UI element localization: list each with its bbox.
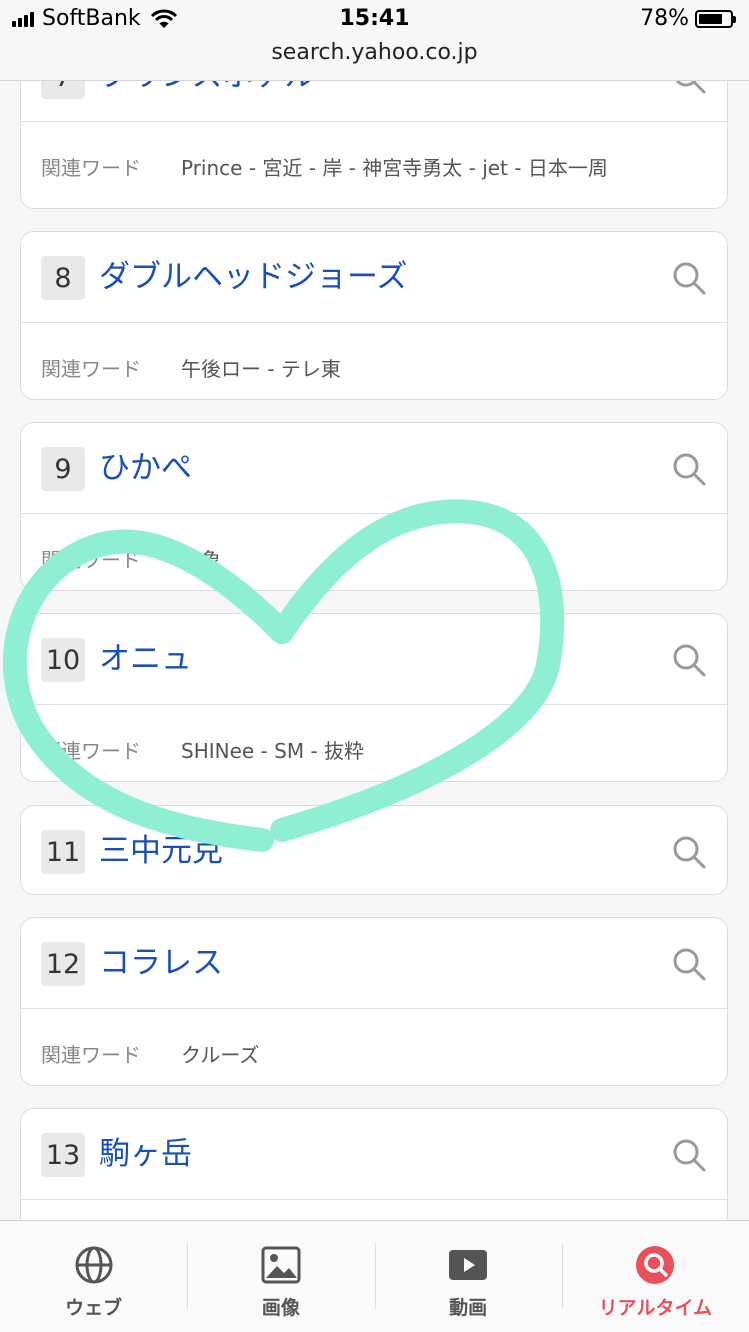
trend-item-header[interactable]: 8 ダブルヘッドジョーズ <box>21 232 727 322</box>
rank-badge: 10 <box>41 638 85 682</box>
related-words-row: 関連ワード 気象 <box>21 513 727 602</box>
battery-indicator: 78% <box>640 6 736 31</box>
trend-item-header[interactable]: 9 ひかぺ <box>21 423 727 513</box>
related-words-row <box>21 1199 727 1220</box>
trend-item-8[interactable]: 8 ダブルヘッドジョーズ 関連ワード 午後ロー - テレ東 <box>20 231 728 400</box>
search-icon[interactable] <box>671 1137 707 1173</box>
rank-badge: 13 <box>41 1133 85 1177</box>
address-bar-url[interactable]: search.yahoo.co.jp <box>0 40 749 65</box>
trend-item-header[interactable]: 13 駒ヶ岳 <box>21 1109 727 1199</box>
tab-realtime[interactable]: リアルタイム <box>561 1221 749 1332</box>
tab-video[interactable]: 動画 <box>374 1221 562 1332</box>
tab-label: リアルタイム <box>598 1297 713 1319</box>
trend-title-link[interactable]: 三中元克 <box>99 828 223 874</box>
rank-badge: 8 <box>41 256 85 300</box>
related-words[interactable]: Prince - 宮近 - 岸 - 神宮寺勇太 - jet - 日本一周 <box>181 152 608 181</box>
search-icon[interactable] <box>671 451 707 487</box>
related-words-row: 関連ワード SHINee - SM - 抜粋 <box>21 704 727 793</box>
trend-title-link[interactable]: オニュ <box>99 636 192 682</box>
related-words[interactable]: クルーズ <box>181 1039 259 1068</box>
rank-badge: 9 <box>41 447 85 491</box>
trend-item-13[interactable]: 13 駒ヶ岳 <box>20 1108 728 1220</box>
related-words[interactable]: SHINee - SM - 抜粋 <box>181 735 364 764</box>
related-label: 関連ワード <box>41 357 141 381</box>
search-icon[interactable] <box>671 834 707 870</box>
rank-badge: 11 <box>41 830 85 874</box>
related-label: 関連ワード <box>41 548 141 572</box>
battery-icon <box>695 9 736 28</box>
tab-label: 動画 <box>449 1297 488 1319</box>
related-words-row: 関連ワード Prince - 宮近 - 岸 - 神宮寺勇太 - jet - 日本… <box>21 121 727 210</box>
trend-title-link[interactable]: ダブルヘッドジョーズ <box>99 254 407 300</box>
trend-item-11[interactable]: 11 三中元克 <box>20 805 728 895</box>
search-icon[interactable] <box>671 260 707 296</box>
image-icon <box>261 1246 301 1284</box>
status-bar: SoftBank 15:41 78% search.yahoo.co.jp <box>0 0 749 81</box>
trend-item-header[interactable]: 10 オニュ <box>21 614 727 704</box>
related-label: 関連ワード <box>41 739 141 763</box>
trend-item-header[interactable]: 11 三中元克 <box>21 806 727 896</box>
trend-item-12[interactable]: 12 コラレス 関連ワード クルーズ <box>20 917 728 1086</box>
related-words-row: 関連ワード クルーズ <box>21 1008 727 1097</box>
video-play-icon <box>449 1250 488 1280</box>
tab-label: 画像 <box>261 1297 300 1319</box>
related-words[interactable]: 午後ロー - テレ東 <box>181 353 341 382</box>
trend-list: 7 プリンスホテル 関連ワード Prince - 宮近 - 岸 - 神宮寺勇太 … <box>0 0 749 1220</box>
search-icon[interactable] <box>671 946 707 982</box>
related-words-row: 関連ワード 午後ロー - テレ東 <box>21 322 727 411</box>
related-label: 関連ワード <box>41 1043 141 1067</box>
battery-percent: 78% <box>640 6 689 31</box>
related-label: 関連ワード <box>41 156 141 180</box>
globe-icon <box>75 1246 113 1284</box>
trend-item-header[interactable]: 12 コラレス <box>21 918 727 1008</box>
bottom-tab-bar: ウェブ 画像 動画 リアルタイム <box>0 1220 749 1332</box>
related-words[interactable]: 気象 <box>181 544 221 573</box>
trend-item-9[interactable]: 9 ひかぺ 関連ワード 気象 <box>20 422 728 591</box>
trend-item-10[interactable]: 10 オニュ 関連ワード SHINee - SM - 抜粋 <box>20 613 728 782</box>
tab-images[interactable]: 画像 <box>187 1221 374 1332</box>
trend-title-link[interactable]: ひかぺ <box>99 445 192 491</box>
tab-web[interactable]: ウェブ <box>0 1221 187 1332</box>
trend-title-link[interactable]: 駒ヶ岳 <box>99 1131 192 1177</box>
realtime-search-icon <box>636 1246 675 1284</box>
clock: 15:41 <box>339 6 410 31</box>
rank-badge: 12 <box>41 942 85 986</box>
tab-label: ウェブ <box>65 1297 123 1319</box>
trend-title-link[interactable]: コラレス <box>99 940 223 986</box>
search-icon[interactable] <box>671 642 707 678</box>
